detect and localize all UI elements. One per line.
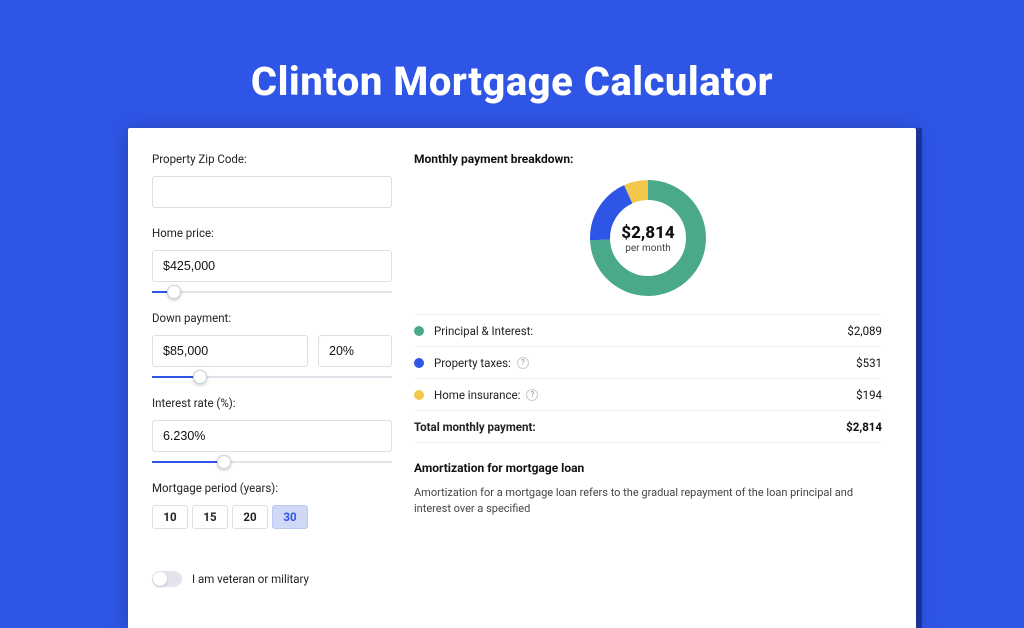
down-slider-thumb[interactable] bbox=[193, 370, 207, 384]
legend-row-2: Home insurance: ?$194 bbox=[414, 379, 882, 411]
info-icon[interactable]: ? bbox=[517, 357, 529, 369]
legend: Principal & Interest:$2,089Property taxe… bbox=[414, 314, 882, 443]
breakdown-column: Monthly payment breakdown: $2,814 per mo… bbox=[414, 152, 882, 587]
amortization-text: Amortization for a mortgage loan refers … bbox=[414, 485, 882, 517]
rate-label: Interest rate (%): bbox=[152, 396, 392, 410]
price-label: Home price: bbox=[152, 226, 392, 240]
down-amount-input[interactable] bbox=[152, 335, 308, 367]
calculator-panel: Property Zip Code: Home price: Down paym… bbox=[128, 128, 916, 628]
down-group: Down payment: bbox=[152, 311, 392, 378]
rate-input[interactable] bbox=[152, 420, 392, 452]
legend-label: Property taxes: ? bbox=[434, 356, 856, 370]
veteran-toggle-knob bbox=[153, 572, 167, 586]
amortization-section: Amortization for mortgage loan Amortizat… bbox=[414, 461, 882, 517]
panel-shadow bbox=[916, 128, 922, 628]
donut-wrap: $2,814 per month bbox=[414, 166, 882, 314]
zip-input[interactable] bbox=[152, 176, 392, 208]
legend-dot bbox=[414, 358, 424, 368]
donut-sub: per month bbox=[625, 243, 671, 254]
rate-slider-thumb[interactable] bbox=[217, 455, 231, 469]
legend-value: $194 bbox=[856, 388, 882, 402]
price-input[interactable] bbox=[152, 250, 392, 282]
donut-chart: $2,814 per month bbox=[588, 178, 708, 298]
rate-slider-fill bbox=[152, 461, 224, 463]
info-icon[interactable]: ? bbox=[526, 389, 538, 401]
period-label: Mortgage period (years): bbox=[152, 481, 392, 495]
rate-slider[interactable] bbox=[152, 461, 392, 463]
breakdown-title: Monthly payment breakdown: bbox=[414, 152, 882, 166]
period-option-15[interactable]: 15 bbox=[192, 505, 228, 529]
period-option-list: 10152030 bbox=[152, 505, 392, 529]
legend-label: Principal & Interest: bbox=[434, 324, 847, 338]
down-slider[interactable] bbox=[152, 376, 392, 378]
legend-label: Home insurance: ? bbox=[434, 388, 856, 402]
rate-group: Interest rate (%): bbox=[152, 396, 392, 463]
zip-group: Property Zip Code: bbox=[152, 152, 392, 208]
veteran-row: I am veteran or military bbox=[152, 547, 392, 587]
donut-amount: $2,814 bbox=[621, 223, 674, 243]
period-option-30[interactable]: 30 bbox=[272, 505, 308, 529]
period-option-20[interactable]: 20 bbox=[232, 505, 268, 529]
price-slider[interactable] bbox=[152, 291, 392, 293]
page-title: Clinton Mortgage Calculator bbox=[0, 0, 1024, 105]
price-slider-thumb[interactable] bbox=[167, 285, 181, 299]
total-label: Total monthly payment: bbox=[414, 420, 846, 434]
legend-dot bbox=[414, 326, 424, 336]
legend-value: $531 bbox=[856, 356, 882, 370]
zip-label: Property Zip Code: bbox=[152, 152, 392, 166]
donut-center: $2,814 per month bbox=[588, 178, 708, 298]
down-label: Down payment: bbox=[152, 311, 392, 325]
legend-value: $2,089 bbox=[847, 324, 882, 338]
down-percent-input[interactable] bbox=[318, 335, 392, 367]
veteran-toggle[interactable] bbox=[152, 571, 182, 587]
form-column: Property Zip Code: Home price: Down paym… bbox=[152, 152, 392, 587]
legend-row-1: Property taxes: ?$531 bbox=[414, 347, 882, 379]
total-value: $2,814 bbox=[846, 420, 882, 434]
legend-dot bbox=[414, 390, 424, 400]
amortization-title: Amortization for mortgage loan bbox=[414, 461, 882, 475]
price-group: Home price: bbox=[152, 226, 392, 293]
legend-row-total: Total monthly payment:$2,814 bbox=[414, 411, 882, 443]
period-group: Mortgage period (years): 10152030 bbox=[152, 481, 392, 529]
period-option-10[interactable]: 10 bbox=[152, 505, 188, 529]
veteran-label: I am veteran or military bbox=[192, 572, 309, 586]
legend-row-0: Principal & Interest:$2,089 bbox=[414, 315, 882, 347]
